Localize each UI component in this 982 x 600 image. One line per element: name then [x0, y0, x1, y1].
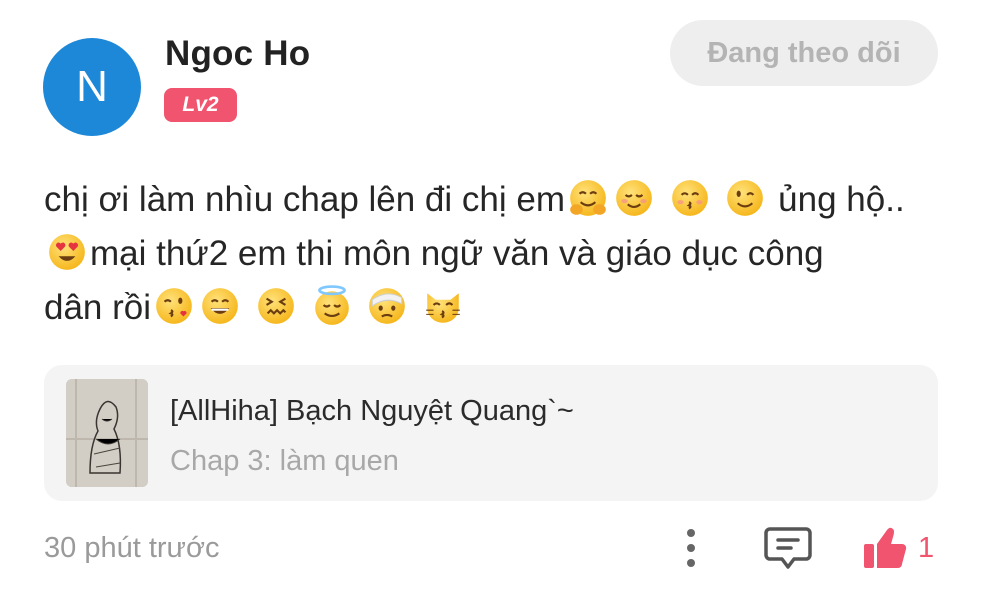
more-options-button[interactable]	[676, 526, 706, 570]
more-vertical-icon	[687, 529, 695, 567]
comment-text: chị ơi làm nhìu chap lên đi chị em ủng h…	[44, 173, 944, 335]
like-button[interactable]: 1	[862, 524, 942, 572]
grinning-face-icon	[202, 288, 238, 324]
avatar-initial: N	[76, 62, 108, 111]
comment-line1-text: chị ơi làm nhìu chap lên đi chị em	[44, 180, 565, 219]
kissing-cat-icon	[426, 293, 460, 323]
story-title[interactable]: [AllHiha] Bạch Nguyệt Quang`~	[170, 395, 574, 428]
hugging-face-icon	[570, 180, 606, 216]
level-badge: Lv2	[164, 88, 237, 122]
like-count: 1	[918, 531, 935, 564]
thumbs-up-icon	[864, 527, 907, 568]
username[interactable]: Ngoc Ho	[165, 34, 310, 74]
heart-eyes-face-icon	[49, 234, 85, 270]
bandage-face-icon	[369, 288, 406, 324]
avatar[interactable]: N	[43, 38, 141, 136]
face-blowing-kiss-icon	[156, 288, 192, 324]
story-chapter[interactable]: Chap 3: làm quen	[170, 445, 399, 478]
story-cover-image[interactable]	[66, 379, 148, 487]
comment-line2-text: mại thứ2 em thi môn ngữ văn và giáo dục …	[90, 234, 824, 273]
story-card[interactable]: [AllHiha] Bạch Nguyệt Quang`~ Chap 3: là…	[44, 365, 938, 501]
smiling-face-icon	[616, 180, 652, 216]
comment-line3-text: dân rồi	[44, 288, 152, 327]
following-button[interactable]: Đang theo dõi	[670, 20, 938, 86]
winking-face-icon	[727, 180, 764, 216]
comment-line1-tail: ủng hộ..	[768, 180, 905, 219]
reply-button[interactable]	[762, 523, 814, 573]
comment-icon	[764, 527, 812, 569]
comment-timestamp: 30 phút trước	[44, 532, 220, 564]
confounded-face-icon	[257, 288, 294, 324]
smiling-halo-face-icon	[314, 285, 349, 325]
kissing-smiling-eyes-icon	[671, 180, 708, 216]
